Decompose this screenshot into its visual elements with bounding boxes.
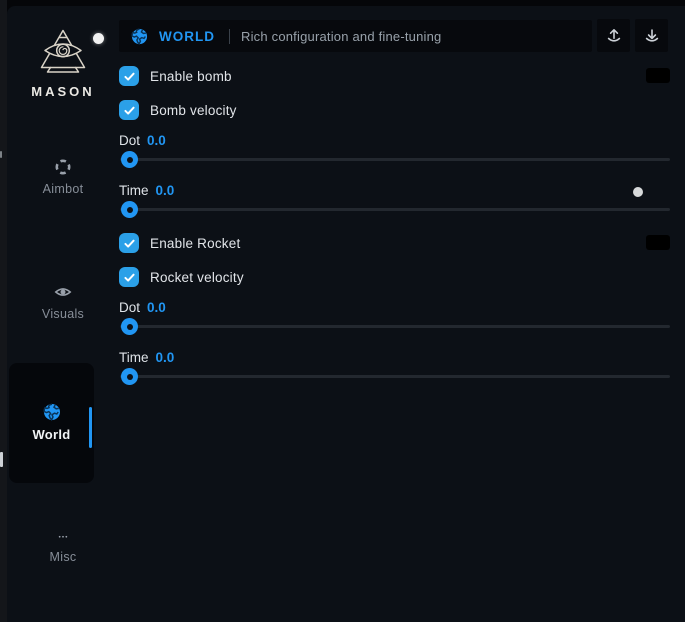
checkbox-label: Enable Rocket bbox=[150, 236, 240, 251]
cursor-dot bbox=[633, 187, 643, 197]
sidebar-item-aimbot[interactable]: Aimbot bbox=[7, 158, 119, 196]
upload-icon bbox=[605, 27, 623, 45]
slider-track[interactable] bbox=[120, 325, 670, 328]
slider-value: 0.0 bbox=[147, 133, 166, 148]
slider-label-bomb-dot: Dot 0.0 bbox=[119, 133, 166, 148]
sidebar-item-visuals[interactable]: Visuals bbox=[7, 283, 119, 321]
checkbox-rocket-velocity[interactable]: Rocket velocity bbox=[119, 267, 244, 287]
checkbox-label: Rocket velocity bbox=[150, 270, 244, 285]
page-header: WORLD Rich configuration and fine-tuning bbox=[119, 20, 592, 52]
checkbox-enable-rocket[interactable]: Enable Rocket bbox=[119, 233, 240, 253]
slider-bomb-time[interactable] bbox=[120, 201, 670, 218]
slider-bomb-dot[interactable] bbox=[120, 151, 670, 168]
mason-menu-window: MASON Aimbot Visuals World bbox=[7, 6, 685, 622]
sidebar-item-world[interactable]: World bbox=[7, 403, 96, 442]
slider-track[interactable] bbox=[120, 375, 670, 378]
slider-track[interactable] bbox=[120, 158, 670, 161]
page-subtitle: Rich configuration and fine-tuning bbox=[241, 29, 441, 44]
bomb-color-swatch[interactable] bbox=[646, 68, 670, 83]
download-icon bbox=[643, 27, 661, 45]
cursor-dot bbox=[93, 33, 104, 44]
header-divider bbox=[229, 29, 230, 44]
upload-config-button[interactable] bbox=[597, 19, 630, 52]
checkbox-checked-icon bbox=[119, 66, 139, 86]
slider-label-rocket-time: Time 0.0 bbox=[119, 350, 174, 365]
checkbox-label: Bomb velocity bbox=[150, 103, 237, 118]
eye-triangle-logo-icon bbox=[38, 28, 88, 76]
desktop-edge bbox=[0, 0, 7, 622]
checkbox-checked-icon bbox=[119, 267, 139, 287]
sidebar-item-label: Visuals bbox=[42, 307, 84, 321]
checkbox-enable-bomb[interactable]: Enable bomb bbox=[119, 66, 232, 86]
slider-thumb[interactable] bbox=[121, 151, 138, 168]
checkbox-bomb-velocity[interactable]: Bomb velocity bbox=[119, 100, 237, 120]
slider-rocket-dot[interactable] bbox=[120, 318, 670, 335]
sidebar-item-label: Aimbot bbox=[43, 182, 84, 196]
slider-value: 0.0 bbox=[147, 300, 166, 315]
slider-label-rocket-dot: Dot 0.0 bbox=[119, 300, 166, 315]
slider-thumb[interactable] bbox=[121, 201, 138, 218]
sidebar-item-label: World bbox=[32, 427, 70, 442]
sidebar-item-misc[interactable]: Misc bbox=[7, 534, 119, 564]
eye-icon bbox=[54, 283, 72, 301]
rocket-color-swatch[interactable] bbox=[646, 235, 670, 250]
checkbox-label: Enable bomb bbox=[150, 69, 232, 84]
slider-value: 0.0 bbox=[156, 183, 175, 198]
logo-text: MASON bbox=[31, 84, 94, 99]
globe-icon bbox=[43, 403, 61, 421]
ellipsis-icon bbox=[54, 534, 72, 544]
crosshair-icon bbox=[54, 158, 72, 176]
slider-thumb[interactable] bbox=[121, 318, 138, 335]
active-tab-indicator bbox=[89, 407, 92, 448]
sidebar: MASON Aimbot Visuals World bbox=[7, 6, 119, 622]
slider-rocket-time[interactable] bbox=[120, 368, 670, 385]
slider-label-bomb-time: Time 0.0 bbox=[119, 183, 174, 198]
slider-track[interactable] bbox=[120, 208, 670, 211]
screen-artifact bbox=[0, 151, 2, 158]
globe-icon bbox=[131, 28, 148, 45]
checkbox-checked-icon bbox=[119, 100, 139, 120]
slider-thumb[interactable] bbox=[121, 368, 138, 385]
sidebar-item-label: Misc bbox=[50, 550, 77, 564]
page-title: WORLD bbox=[159, 29, 215, 44]
checkbox-checked-icon bbox=[119, 233, 139, 253]
screen-artifact bbox=[0, 452, 3, 467]
download-config-button[interactable] bbox=[635, 19, 668, 52]
slider-value: 0.0 bbox=[156, 350, 175, 365]
